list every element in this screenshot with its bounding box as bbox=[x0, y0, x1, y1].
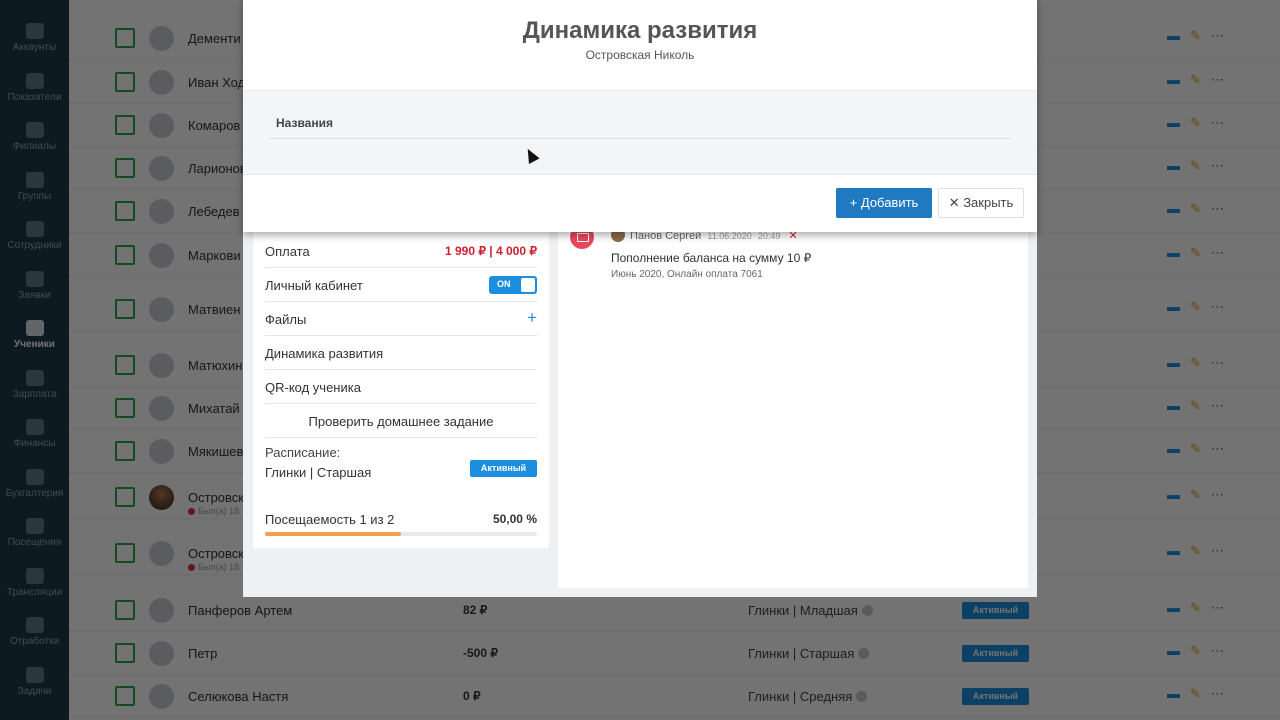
modal-title: Динамика развития bbox=[522, 17, 758, 44]
transaction-subtitle: Июнь 2020, Онлайн оплата 7061 bbox=[611, 269, 763, 280]
student-info-card: Оплата 1 990 ₽ | 4 000 ₽ Личный кабинет … bbox=[253, 222, 549, 548]
payment-row: Оплата 1 990 ₽ | 4 000 ₽ bbox=[265, 234, 537, 268]
attendance-value: 50,00 % bbox=[492, 512, 537, 526]
schedule-value: Глинки | Старшая bbox=[265, 465, 372, 480]
toggle-on-label: ON bbox=[497, 279, 511, 289]
files-label: Файлы bbox=[265, 312, 307, 327]
schedule-status-badge: Активный bbox=[470, 460, 537, 477]
transaction-date: 11.06.2020 bbox=[707, 231, 752, 241]
qr-label: QR-код ученика bbox=[265, 380, 361, 395]
dynamics-modal: Динамика развития Островская Николь Назв… bbox=[243, 0, 1037, 232]
qr-row[interactable]: QR-код ученика bbox=[265, 370, 537, 404]
table-divider bbox=[269, 138, 1011, 139]
history-card: Панов Сергей 11.06.2020 20:49 ✕ Пополнен… bbox=[558, 222, 1028, 588]
homework-button[interactable]: Проверить домашнее задание bbox=[265, 404, 537, 438]
cabinet-label: Личный кабинет bbox=[265, 278, 363, 293]
homework-label: Проверить домашнее задание bbox=[308, 414, 494, 429]
payment-label: Оплата bbox=[265, 244, 310, 259]
attendance-progress-fill bbox=[265, 532, 401, 536]
files-row[interactable]: Файлы + bbox=[265, 302, 537, 336]
dynamics-label: Динамика развития bbox=[265, 346, 384, 361]
toggle-knob bbox=[521, 278, 535, 292]
attendance-progress-bar bbox=[265, 532, 537, 536]
close-button[interactable]: ✕ Закрыть bbox=[938, 188, 1024, 218]
student-detail-panel: Оплата 1 990 ₽ | 4 000 ₽ Личный кабинет … bbox=[243, 222, 1037, 597]
column-header-names: Названия bbox=[276, 116, 333, 130]
dynamics-row[interactable]: Динамика развития bbox=[265, 336, 537, 370]
cabinet-row: Личный кабинет ON bbox=[265, 268, 537, 302]
payment-value: 1 990 ₽ | 4 000 ₽ bbox=[444, 244, 537, 258]
add-file-icon[interactable]: + bbox=[527, 308, 537, 328]
cabinet-toggle[interactable]: ON bbox=[489, 276, 537, 294]
transaction-title: Пополнение баланса на сумму 10 ₽ bbox=[611, 251, 812, 265]
schedule-label: Расписание: bbox=[265, 445, 341, 460]
add-button[interactable]: + Добавить bbox=[836, 188, 932, 218]
modal-table: Названия bbox=[243, 90, 1037, 175]
transaction-time: 20:49 bbox=[757, 231, 781, 241]
modal-subtitle: Островская Николь bbox=[585, 48, 695, 62]
attendance-label: Посещаемость 1 из 2 bbox=[265, 512, 395, 527]
